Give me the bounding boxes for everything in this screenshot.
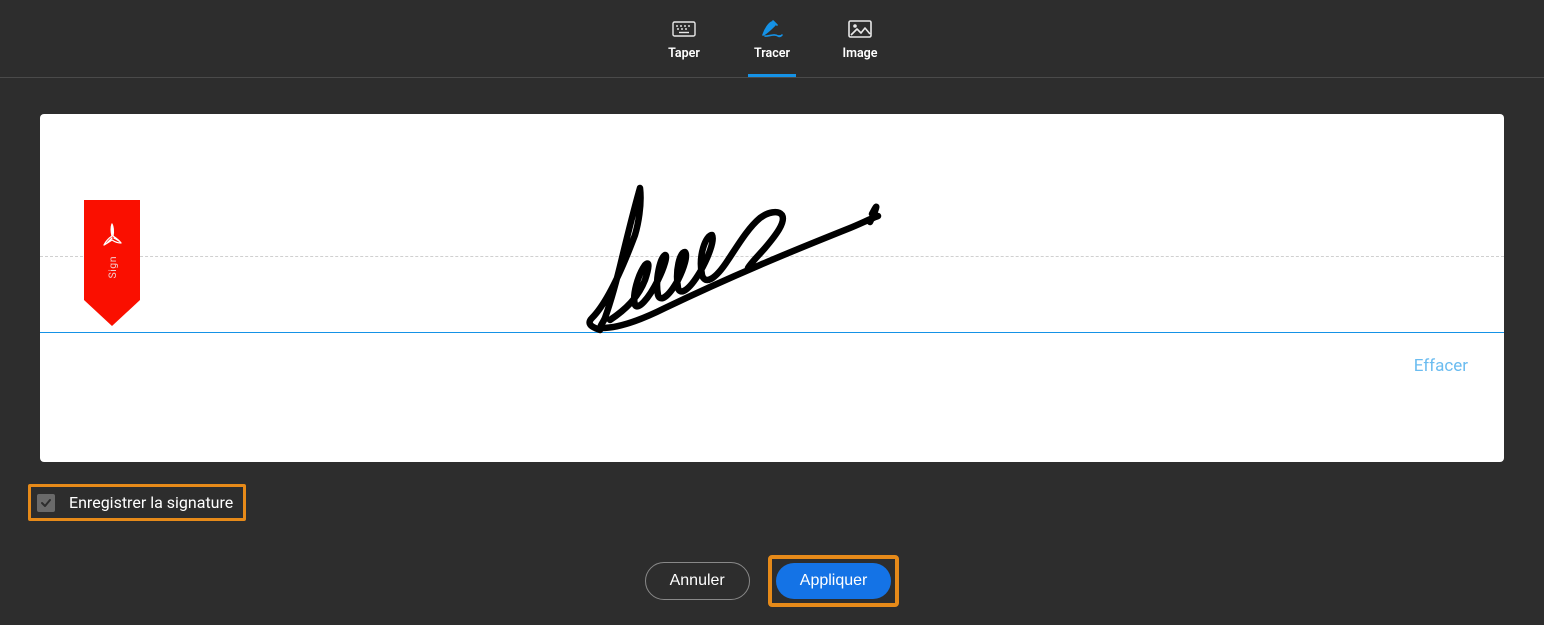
save-signature-row: Enregistrer la signature: [28, 484, 246, 521]
tab-image-label: Image: [842, 46, 877, 61]
apply-button[interactable]: Appliquer: [776, 563, 892, 599]
tab-draw-label: Tracer: [754, 46, 790, 61]
adobe-acrobat-icon: [101, 222, 123, 250]
drawn-signature: [550, 180, 890, 340]
save-signature-checkbox[interactable]: [37, 494, 55, 512]
sign-marker-label: Sign: [106, 256, 119, 278]
sign-here-marker: Sign: [84, 200, 140, 326]
image-icon: [848, 18, 872, 40]
keyboard-icon: [672, 18, 696, 40]
tab-type[interactable]: Taper: [660, 18, 708, 67]
cancel-button[interactable]: Annuler: [645, 562, 750, 600]
clear-signature-link[interactable]: Effacer: [1414, 356, 1468, 376]
signature-mode-tabs: Taper Tracer Image: [0, 0, 1544, 78]
signature-canvas[interactable]: Sign Effacer: [40, 114, 1504, 462]
apply-button-highlight: Appliquer: [768, 555, 900, 607]
pen-draw-icon: [760, 18, 784, 40]
dialog-buttons: Annuler Appliquer: [0, 555, 1544, 607]
save-signature-label: Enregistrer la signature: [69, 493, 233, 512]
tab-image[interactable]: Image: [836, 18, 884, 67]
tab-draw[interactable]: Tracer: [748, 18, 796, 67]
tab-type-label: Taper: [668, 46, 700, 61]
